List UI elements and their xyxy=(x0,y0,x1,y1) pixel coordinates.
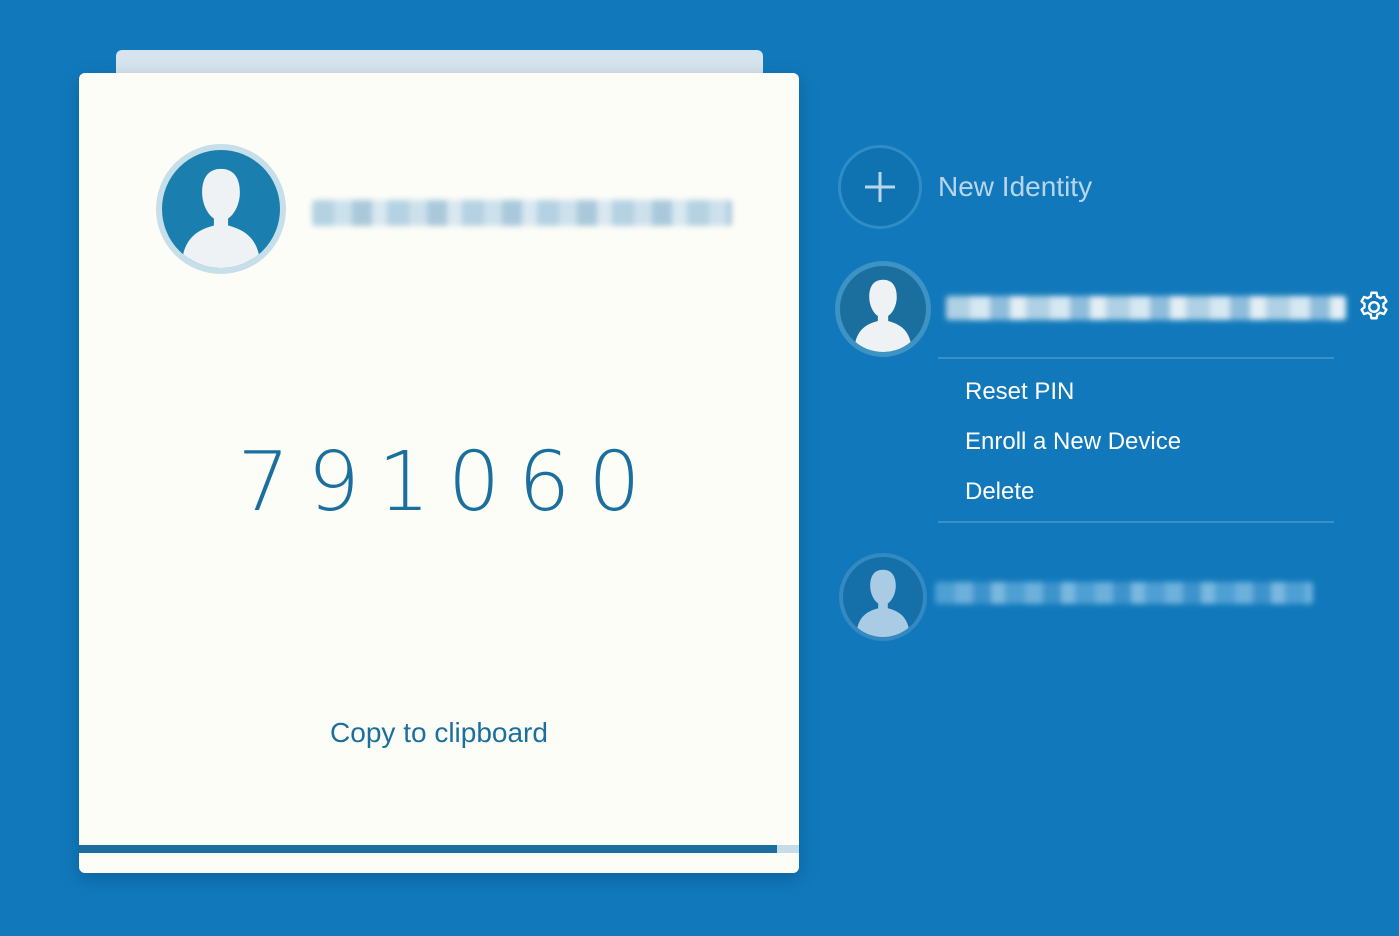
user-silhouette-icon xyxy=(183,168,259,268)
user-silhouette-icon xyxy=(857,569,909,637)
identity-name-redacted[interactable] xyxy=(935,582,1313,604)
plus-icon xyxy=(838,145,922,229)
menu-divider-top xyxy=(938,357,1334,359)
one-time-code: 791060 xyxy=(237,435,659,530)
identity-avatar[interactable] xyxy=(839,553,927,641)
menu-item-delete[interactable]: Delete xyxy=(965,478,1034,506)
menu-divider-bottom xyxy=(938,521,1334,523)
user-silhouette-icon xyxy=(855,279,911,352)
identity-name-redacted xyxy=(312,200,732,226)
identity-avatar[interactable] xyxy=(835,261,931,357)
code-card: 791060 Copy to clipboard xyxy=(79,73,799,873)
menu-item-reset-pin[interactable]: Reset PIN xyxy=(965,378,1074,406)
settings-gear-icon[interactable] xyxy=(1356,289,1392,325)
code-timer-fill xyxy=(79,845,778,853)
user-avatar xyxy=(156,144,286,274)
new-identity-button[interactable]: New Identity xyxy=(838,143,1168,231)
menu-item-enroll-device[interactable]: Enroll a New Device xyxy=(965,428,1181,456)
identity-name-redacted[interactable] xyxy=(946,296,1346,320)
copy-to-clipboard-link[interactable]: Copy to clipboard xyxy=(79,717,799,749)
code-timer-progress xyxy=(79,845,799,853)
new-identity-label: New Identity xyxy=(938,171,1093,202)
